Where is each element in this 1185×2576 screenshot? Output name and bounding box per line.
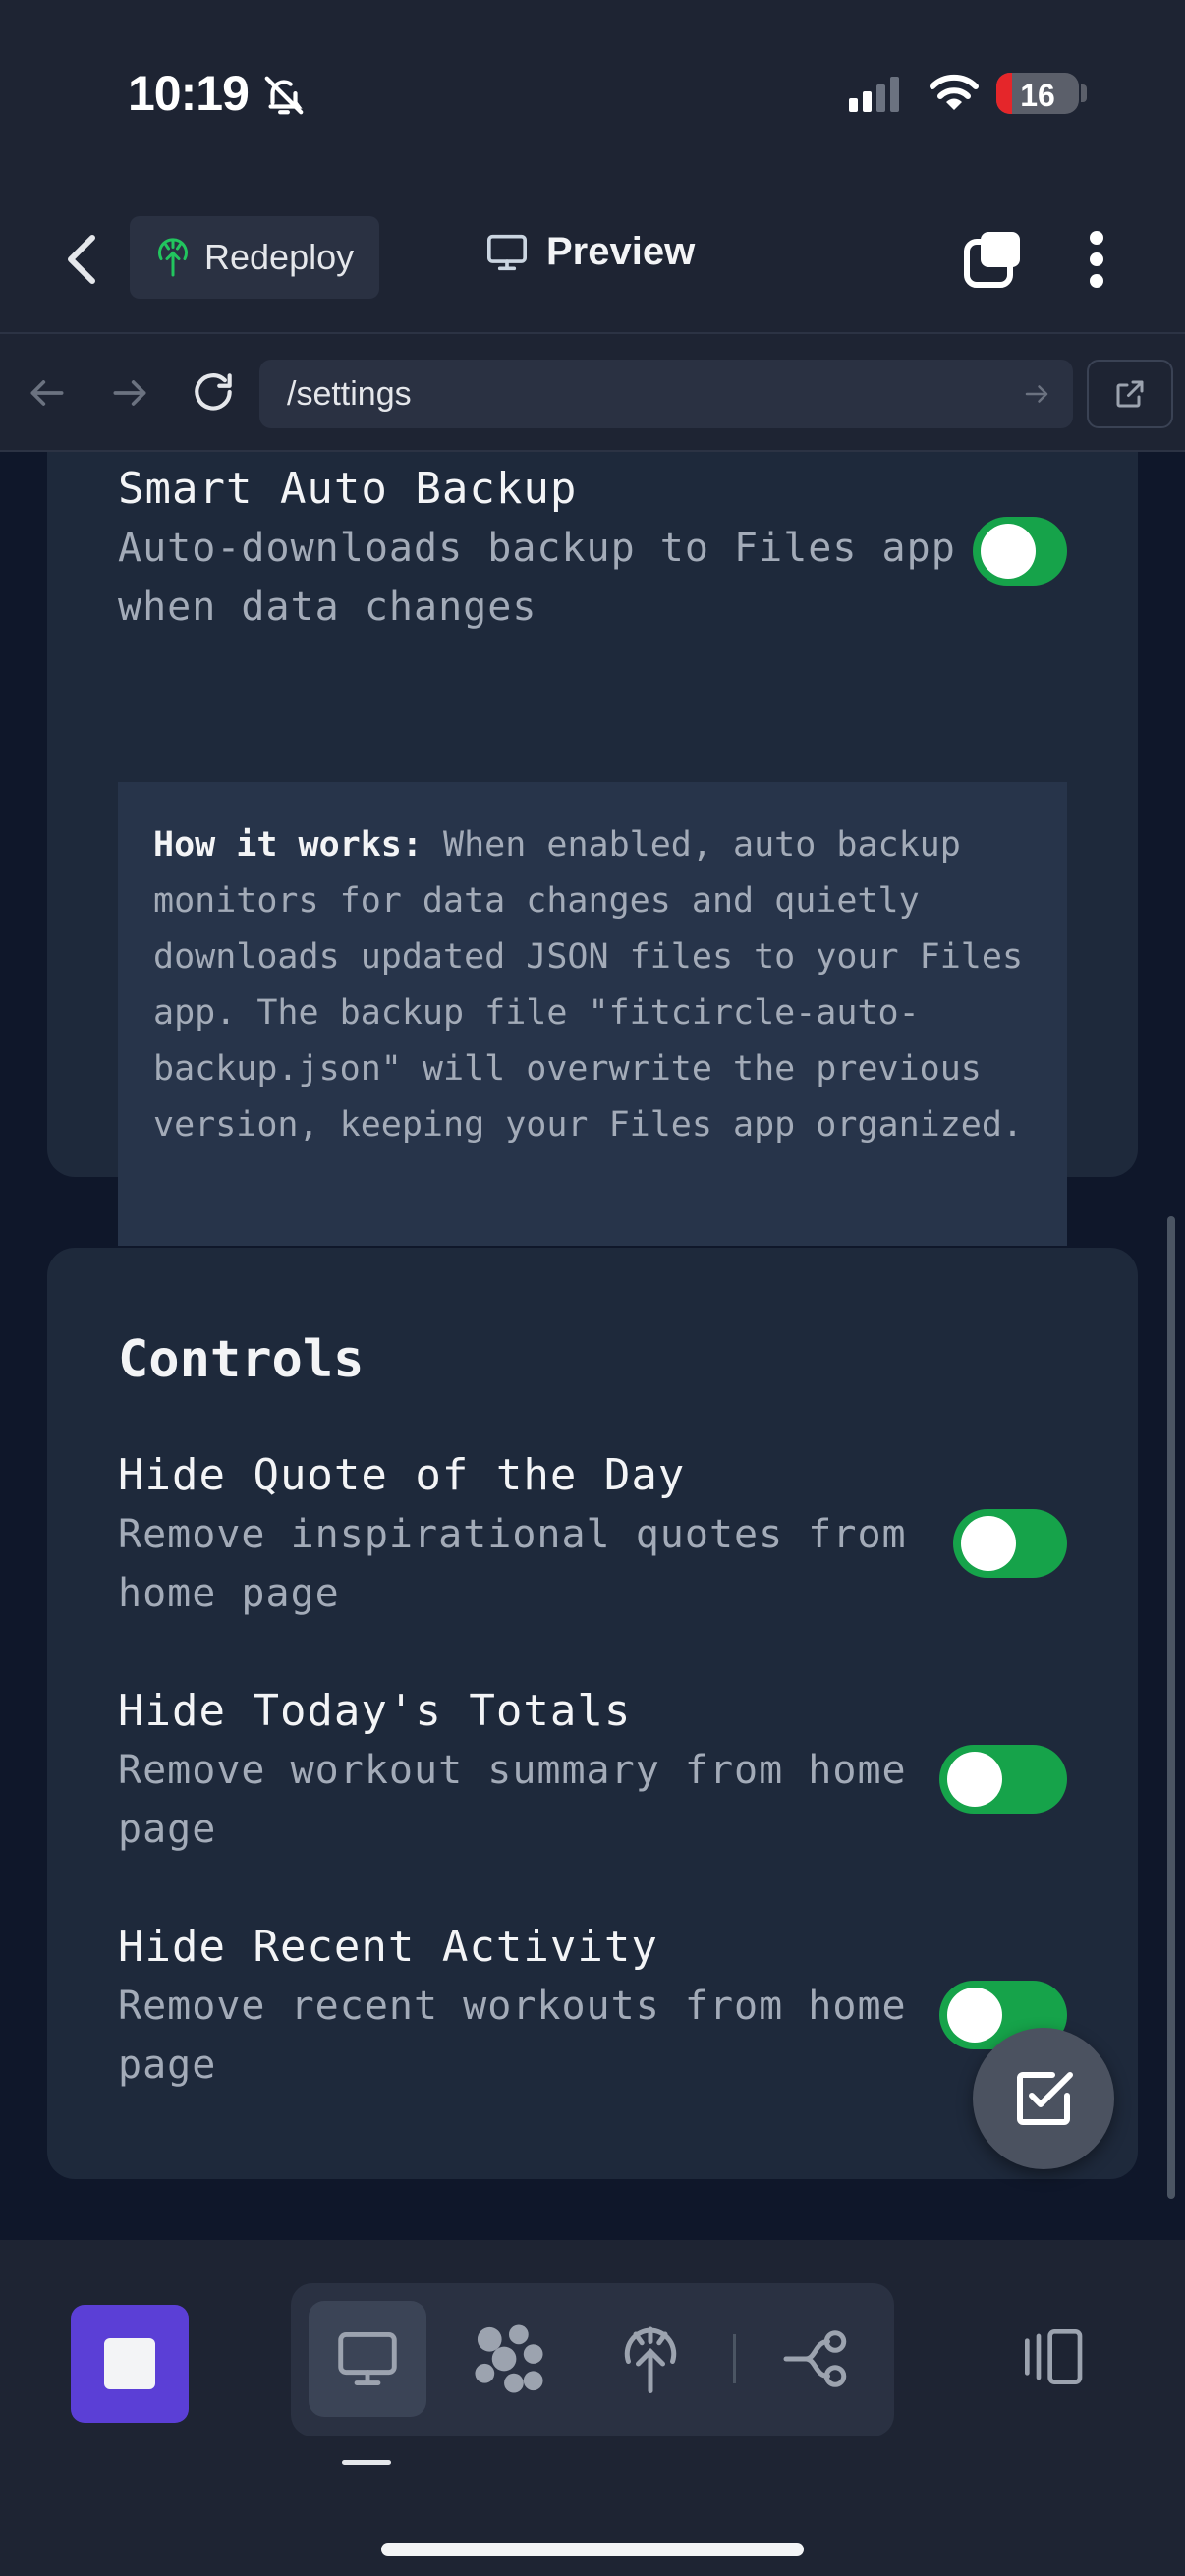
backup-info-box: How it works: When enabled, auto backup … bbox=[118, 782, 1067, 1246]
backup-card: Smart Auto Backup Auto-downloads backup … bbox=[47, 452, 1138, 1246]
control-title: Hide Quote of the Day bbox=[118, 1450, 686, 1500]
controls-card: Controls Hide Quote of the Day Remove in… bbox=[47, 1248, 1138, 2179]
external-link-icon bbox=[1116, 380, 1144, 408]
control-title: Hide Today's Totals bbox=[118, 1686, 632, 1736]
monitor-icon bbox=[487, 234, 527, 270]
app-header: Redeploy Preview bbox=[0, 187, 1185, 334]
backup-description: Auto-downloads backup to Files app when … bbox=[118, 526, 956, 630]
controls-title: Controls bbox=[118, 1330, 365, 1389]
home-indicator bbox=[381, 2543, 804, 2556]
nav-forward-icon[interactable] bbox=[108, 371, 151, 420]
nav-back-icon[interactable] bbox=[26, 371, 69, 420]
grid-icon bbox=[475, 2324, 543, 2393]
wifi-icon bbox=[928, 71, 981, 117]
git-icon bbox=[783, 2330, 847, 2387]
deploy-icon bbox=[624, 2326, 677, 2393]
info-text: When enabled, auto backup monitors for d… bbox=[153, 825, 1024, 1145]
scrollbar[interactable] bbox=[1167, 1216, 1175, 2199]
bottom-toolbar bbox=[0, 2240, 1185, 2576]
url-text: /settings bbox=[287, 374, 412, 413]
redeploy-button[interactable]: Redeploy bbox=[130, 216, 379, 299]
status-bar: 10:19 16 bbox=[0, 0, 1185, 187]
stop-icon bbox=[104, 2338, 155, 2389]
hide-totals-toggle[interactable] bbox=[939, 1745, 1067, 1814]
git-button[interactable] bbox=[757, 2301, 875, 2417]
status-time: 10:19 bbox=[128, 66, 250, 121]
external-link-button[interactable] bbox=[1087, 360, 1173, 428]
preview-mode-button[interactable] bbox=[309, 2301, 426, 2417]
tabs-icon[interactable] bbox=[963, 230, 1022, 294]
control-description: Remove recent workouts from home page bbox=[118, 1984, 907, 2088]
battery-indicator: 16 bbox=[996, 73, 1079, 114]
checkbox-icon bbox=[1017, 2072, 1073, 2125]
control-description: Remove workout summary from home page bbox=[118, 1748, 907, 1852]
stop-button[interactable] bbox=[71, 2305, 189, 2423]
more-icon[interactable] bbox=[1083, 230, 1110, 294]
auto-backup-toggle[interactable] bbox=[973, 517, 1067, 586]
signal-icon bbox=[849, 77, 904, 117]
bell-slash-icon bbox=[261, 73, 307, 123]
reload-icon[interactable] bbox=[189, 367, 238, 421]
checkbox-fab-button[interactable] bbox=[973, 2028, 1114, 2169]
url-input[interactable]: /settings bbox=[259, 360, 1073, 428]
redeploy-icon bbox=[158, 238, 188, 277]
active-indicator bbox=[342, 2460, 391, 2465]
redeploy-label: Redeploy bbox=[204, 237, 355, 277]
panel-icon[interactable] bbox=[1018, 2326, 1087, 2392]
deploy-button[interactable] bbox=[592, 2301, 709, 2417]
back-icon[interactable] bbox=[63, 232, 102, 292]
view-switcher bbox=[291, 2283, 894, 2436]
preview-mode-icon bbox=[338, 2332, 397, 2385]
control-description: Remove inspirational quotes from home pa… bbox=[118, 1512, 907, 1616]
backup-title: Smart Auto Backup bbox=[118, 464, 578, 514]
go-arrow-icon[interactable] bbox=[1022, 379, 1051, 409]
preview-title: Preview bbox=[485, 230, 695, 274]
settings-content: Smart Auto Backup Auto-downloads backup … bbox=[0, 452, 1185, 2240]
info-heading: How it works: bbox=[153, 825, 423, 865]
grid-button[interactable] bbox=[450, 2301, 568, 2417]
control-title: Hide Recent Activity bbox=[118, 1922, 658, 1972]
browser-toolbar: /settings bbox=[0, 334, 1185, 452]
hide-quote-toggle[interactable] bbox=[953, 1509, 1067, 1578]
